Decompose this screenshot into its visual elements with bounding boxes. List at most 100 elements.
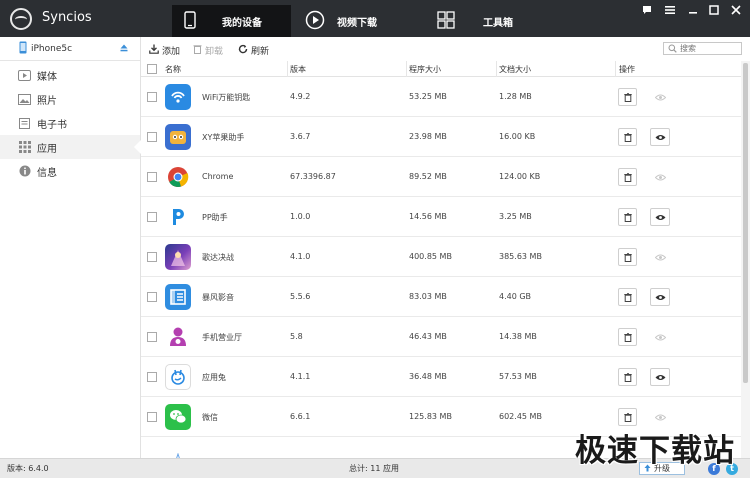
menu-icon[interactable] <box>661 4 679 20</box>
eye-icon <box>655 214 665 220</box>
delete-button[interactable] <box>618 88 637 106</box>
delete-button[interactable] <box>618 288 637 306</box>
trash-icon <box>623 412 632 422</box>
app-version: 67.3396.87 <box>290 172 336 181</box>
column-header-app-size[interactable]: 程序大小 <box>409 64 441 75</box>
table-row[interactable]: WiFi万能钥匙 4.9.2 53.25 MB 1.28 MB <box>141 77 741 117</box>
browse-button[interactable] <box>650 168 670 186</box>
close-icon[interactable] <box>727 4 745 20</box>
tab-label: 视频下载 <box>337 17 377 29</box>
eject-icon[interactable] <box>120 44 128 55</box>
app-name: WiFi万能钥匙 <box>202 93 251 102</box>
table-row[interactable]: 歌达决战 4.1.0 400.85 MB 385.63 MB <box>141 237 741 277</box>
refresh-button[interactable]: 刷新 <box>238 43 269 57</box>
row-checkbox[interactable] <box>147 172 157 182</box>
app-size: 53.25 MB <box>409 92 447 101</box>
maximize-icon[interactable] <box>705 4 723 20</box>
table-row[interactable]: XY苹果助手 3.6.7 23.98 MB 16.00 KB <box>141 117 741 157</box>
browse-button[interactable] <box>650 288 670 306</box>
row-checkbox[interactable] <box>147 372 157 382</box>
uninstall-button[interactable]: 卸载 <box>193 43 223 57</box>
row-checkbox[interactable] <box>147 132 157 142</box>
doc-size: 124.00 KB <box>499 172 541 181</box>
sidebar-item-photos[interactable]: 照片 <box>0 87 140 111</box>
delete-button[interactable] <box>618 128 637 146</box>
delete-button[interactable] <box>618 208 637 226</box>
row-checkbox[interactable] <box>147 92 157 102</box>
app-name: 微信 <box>202 413 218 422</box>
browse-button[interactable] <box>650 88 670 106</box>
doc-size: 14.38 MB <box>499 332 537 341</box>
trash-icon <box>623 252 632 262</box>
browse-button[interactable] <box>650 368 670 386</box>
app-version: 5.5.6 <box>290 292 311 301</box>
sidebar-item-label: 照片 <box>37 95 57 107</box>
app-name: 歌达决战 <box>202 253 234 262</box>
wifi-key-icon <box>165 84 191 110</box>
app-size: 23.98 MB <box>409 132 447 141</box>
play-icon <box>305 10 325 33</box>
search-input[interactable] <box>680 43 740 54</box>
table-row[interactable]: 手机营业厅 5.8 46.43 MB 14.38 MB <box>141 317 741 357</box>
selection-notch <box>134 140 141 154</box>
sidebar-item-apps[interactable]: 应用 <box>0 135 141 159</box>
tab-video-download[interactable]: 视频下载 <box>305 5 415 37</box>
column-header-name[interactable]: 名称 <box>165 64 181 75</box>
browse-button[interactable] <box>650 408 670 426</box>
uninstall-label: 卸载 <box>205 46 224 57</box>
column-divider <box>406 61 407 77</box>
sidebar-item-ebooks[interactable]: 电子书 <box>0 111 140 135</box>
delete-button[interactable] <box>618 408 637 426</box>
device-selector[interactable]: iPhone5c <box>0 37 140 61</box>
table-row[interactable]: PP助手 1.0.0 14.56 MB 3.25 MB <box>141 197 741 237</box>
browse-button[interactable] <box>650 328 670 346</box>
doc-size: 16.00 KB <box>499 132 536 141</box>
scrollbar-thumb[interactable] <box>743 63 748 383</box>
trash-icon <box>623 132 632 142</box>
wechat-icon <box>165 404 191 430</box>
row-checkbox[interactable] <box>147 292 157 302</box>
sidebar-item-info[interactable]: 信息 <box>0 159 140 183</box>
eye-icon <box>655 374 665 380</box>
column-header-doc-size[interactable]: 文档大小 <box>499 64 531 75</box>
app-size: 400.85 MB <box>409 252 452 261</box>
browse-button[interactable] <box>650 208 670 226</box>
device-name: iPhone5c <box>31 43 73 54</box>
delete-button[interactable] <box>618 168 637 186</box>
add-button[interactable]: 添加 <box>149 43 180 57</box>
chat-icon[interactable] <box>638 4 656 20</box>
sidebar: iPhone5c 媒体 照片 电子书 应用 信息 <box>0 37 141 458</box>
minimize-icon[interactable] <box>684 4 702 20</box>
table-row[interactable]: 暴风影音 5.5.6 83.03 MB 4.40 GB <box>141 277 741 317</box>
app-version: 3.6.7 <box>290 132 311 141</box>
row-checkbox[interactable] <box>147 252 157 262</box>
row-checkbox[interactable] <box>147 212 157 222</box>
app-size: 89.52 MB <box>409 172 447 181</box>
app-name: 手机营业厅 <box>202 333 242 342</box>
table-row[interactable]: Chrome 67.3396.87 89.52 MB 124.00 KB <box>141 157 741 197</box>
select-all-checkbox[interactable] <box>147 64 157 74</box>
row-checkbox[interactable] <box>147 332 157 342</box>
row-checkbox[interactable] <box>147 412 157 422</box>
column-divider <box>496 61 497 77</box>
trash-icon <box>623 292 632 302</box>
tab-my-device[interactable]: 我的设备 <box>172 5 291 37</box>
baofeng-icon <box>165 284 191 310</box>
browse-button[interactable] <box>650 128 670 146</box>
search-box[interactable] <box>663 42 742 55</box>
column-header-version[interactable]: 版本 <box>290 64 306 75</box>
sidebar-item-label: 媒体 <box>37 71 57 83</box>
watermark-text: 极速下载站 <box>575 433 735 469</box>
delete-button[interactable] <box>618 248 637 266</box>
refresh-label: 刷新 <box>251 46 270 57</box>
sidebar-item-media[interactable]: 媒体 <box>0 63 140 87</box>
table-row[interactable]: 应用兔 4.1.1 36.48 MB 57.53 MB <box>141 357 741 397</box>
phone-device-icon <box>19 41 27 57</box>
game-icon <box>165 244 191 270</box>
delete-button[interactable] <box>618 368 637 386</box>
browse-button[interactable] <box>650 248 670 266</box>
vertical-scrollbar[interactable] <box>741 61 750 458</box>
app-icon-partial <box>165 447 191 458</box>
delete-button[interactable] <box>618 328 637 346</box>
tab-toolbox[interactable]: 工具箱 <box>437 5 537 37</box>
